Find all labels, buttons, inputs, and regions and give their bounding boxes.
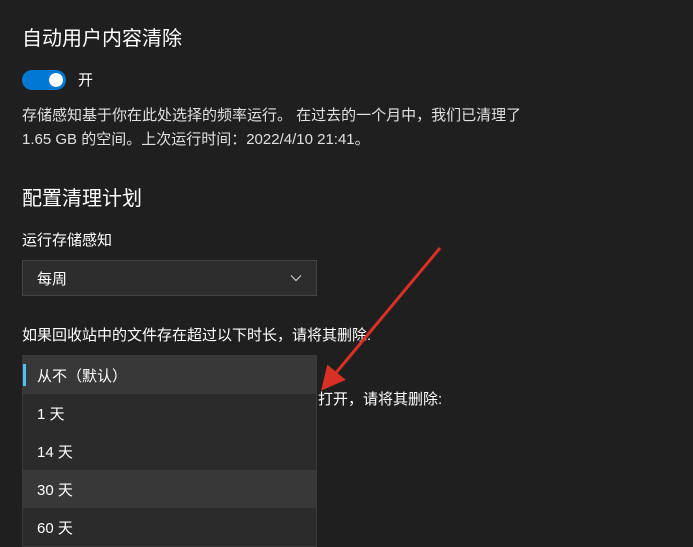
run-frequency-select[interactable]: 每周 — [22, 260, 317, 296]
chevron-down-icon — [290, 272, 302, 284]
run-frequency-label: 运行存储感知 — [22, 229, 671, 250]
recycle-bin-group: 如果回收站中的文件存在超过以下时长，请将其删除: 从不（默认） 1 天 14 天… — [22, 324, 671, 391]
toggle-switch[interactable] — [22, 70, 66, 90]
dropdown-option-14days[interactable]: 14 天 — [23, 432, 316, 470]
toggle-knob — [49, 73, 63, 87]
section-title-schedule: 配置清理计划 — [22, 182, 671, 211]
section-title-auto-cleanup: 自动用户内容清除 — [22, 22, 671, 51]
dropdown-option-1day[interactable]: 1 天 — [23, 394, 316, 432]
run-frequency-group: 运行存储感知 每周 — [22, 229, 671, 296]
recycle-bin-label: 如果回收站中的文件存在超过以下时长，请将其删除: — [22, 324, 671, 345]
recycle-bin-dropdown-list: 从不（默认） 1 天 14 天 30 天 60 天 — [22, 355, 317, 547]
partially-hidden-label: 打开，请将其删除: — [318, 388, 442, 409]
description-text: 存储感知基于你在此处选择的频率运行。 在过去的一个月中，我们已清理了 1.65 … — [22, 104, 522, 152]
dropdown-option-30days[interactable]: 30 天 — [23, 470, 316, 508]
toggle-state-label: 开 — [78, 69, 93, 90]
dropdown-option-60days[interactable]: 60 天 — [23, 508, 316, 546]
dropdown-option-never[interactable]: 从不（默认） — [23, 356, 316, 394]
recycle-bin-select-container: 从不（默认） 1 天 14 天 30 天 60 天 — [22, 355, 671, 391]
toggle-row: 开 — [22, 69, 671, 90]
run-frequency-value: 每周 — [37, 268, 67, 289]
